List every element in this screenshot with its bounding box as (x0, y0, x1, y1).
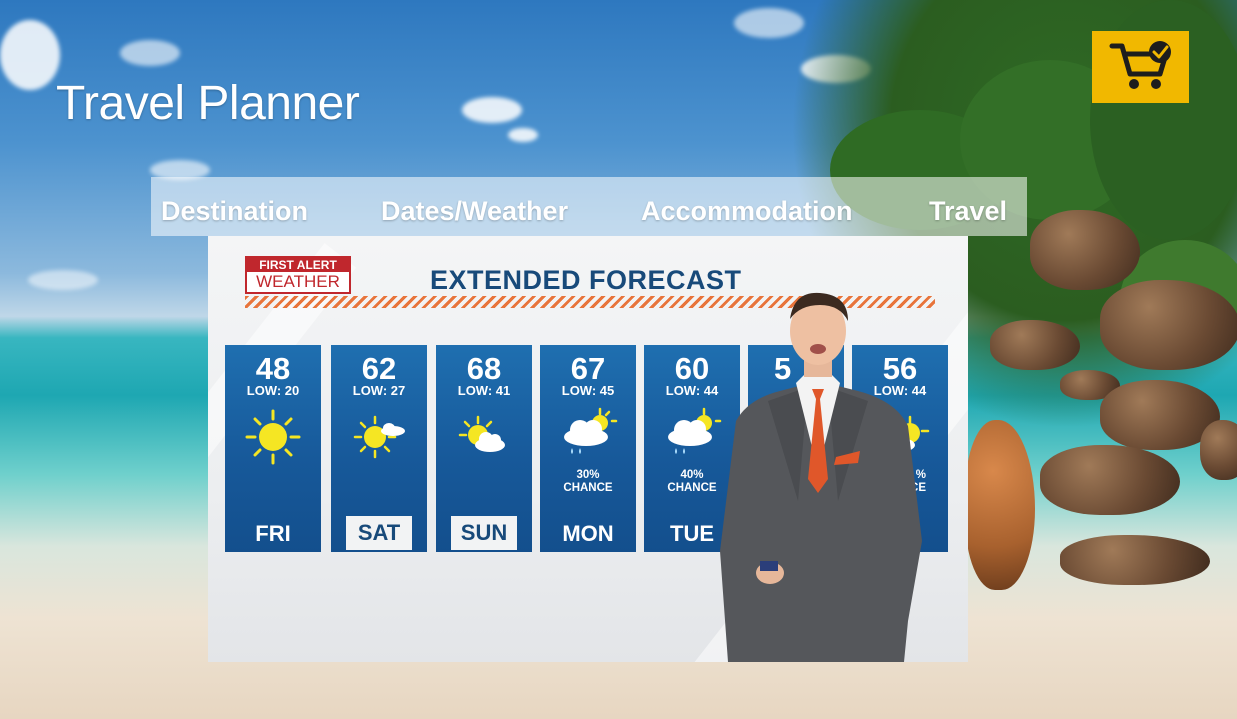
weather-forecast-panel: FIRST ALERT WEATHER EXTENDED FORECAST 48… (208, 236, 968, 662)
partly-cloudy-icon (458, 415, 505, 452)
precip-chance: 30% CHANCE (563, 469, 613, 494)
rock (965, 420, 1035, 590)
rock (1200, 420, 1237, 480)
sun-icon (245, 409, 301, 465)
rock (1060, 535, 1210, 585)
cloud (508, 128, 538, 142)
day-name: FRI (255, 521, 291, 546)
rock (1030, 210, 1140, 290)
rain-sun-icon (564, 407, 618, 454)
sun-small-cloud-icon (353, 415, 405, 459)
low-temp: LOW: 45 (561, 383, 615, 398)
logo-line1: FIRST ALERT (247, 258, 349, 272)
day-name: MON (562, 521, 614, 546)
forecast-day-card: 67 LOW: 45 30% CHANCE MON (540, 345, 636, 552)
nav-travel[interactable]: Travel (929, 196, 1007, 227)
nav-destination[interactable]: Destination (161, 196, 308, 227)
high-temp: 48 (255, 351, 291, 386)
rock (990, 320, 1080, 370)
app-title: Travel Planner (56, 77, 360, 130)
cloud (28, 270, 98, 290)
low-temp: LOW: 20 (246, 383, 300, 398)
forecast-day-card: 48 LOW: 20 FRI (225, 345, 321, 552)
low-temp: LOW: 41 (457, 383, 511, 398)
rock (1040, 445, 1180, 515)
first-alert-weather-logo: FIRST ALERT WEATHER (245, 256, 351, 294)
logo-line2: WEATHER (256, 272, 340, 291)
low-temp: LOW: 27 (352, 383, 406, 398)
forecast-title: EXTENDED FORECAST (430, 265, 742, 295)
high-temp: 67 (570, 351, 606, 386)
high-temp: 68 (466, 351, 502, 386)
nav-dates-weather[interactable]: Dates/Weather (381, 196, 568, 227)
rock (1100, 280, 1237, 370)
nav-accommodation[interactable]: Accommodation (641, 196, 853, 227)
high-temp: 62 (361, 351, 397, 386)
cloud (0, 20, 60, 90)
weather-presenter (720, 292, 922, 662)
shopping-cart-check-icon (1109, 41, 1171, 89)
forecast-day-card: 68 LOW: 41 SUN (436, 345, 532, 552)
day-name: SUN (451, 516, 517, 550)
cart-button[interactable] (1092, 31, 1189, 103)
day-name: SAT (346, 516, 412, 550)
forecast-day-card: 62 LOW: 27 SAT (331, 345, 427, 552)
main-nav: Destination Dates/Weather Accommodation … (151, 177, 1027, 236)
cloud (120, 40, 180, 66)
cloud (462, 97, 522, 123)
